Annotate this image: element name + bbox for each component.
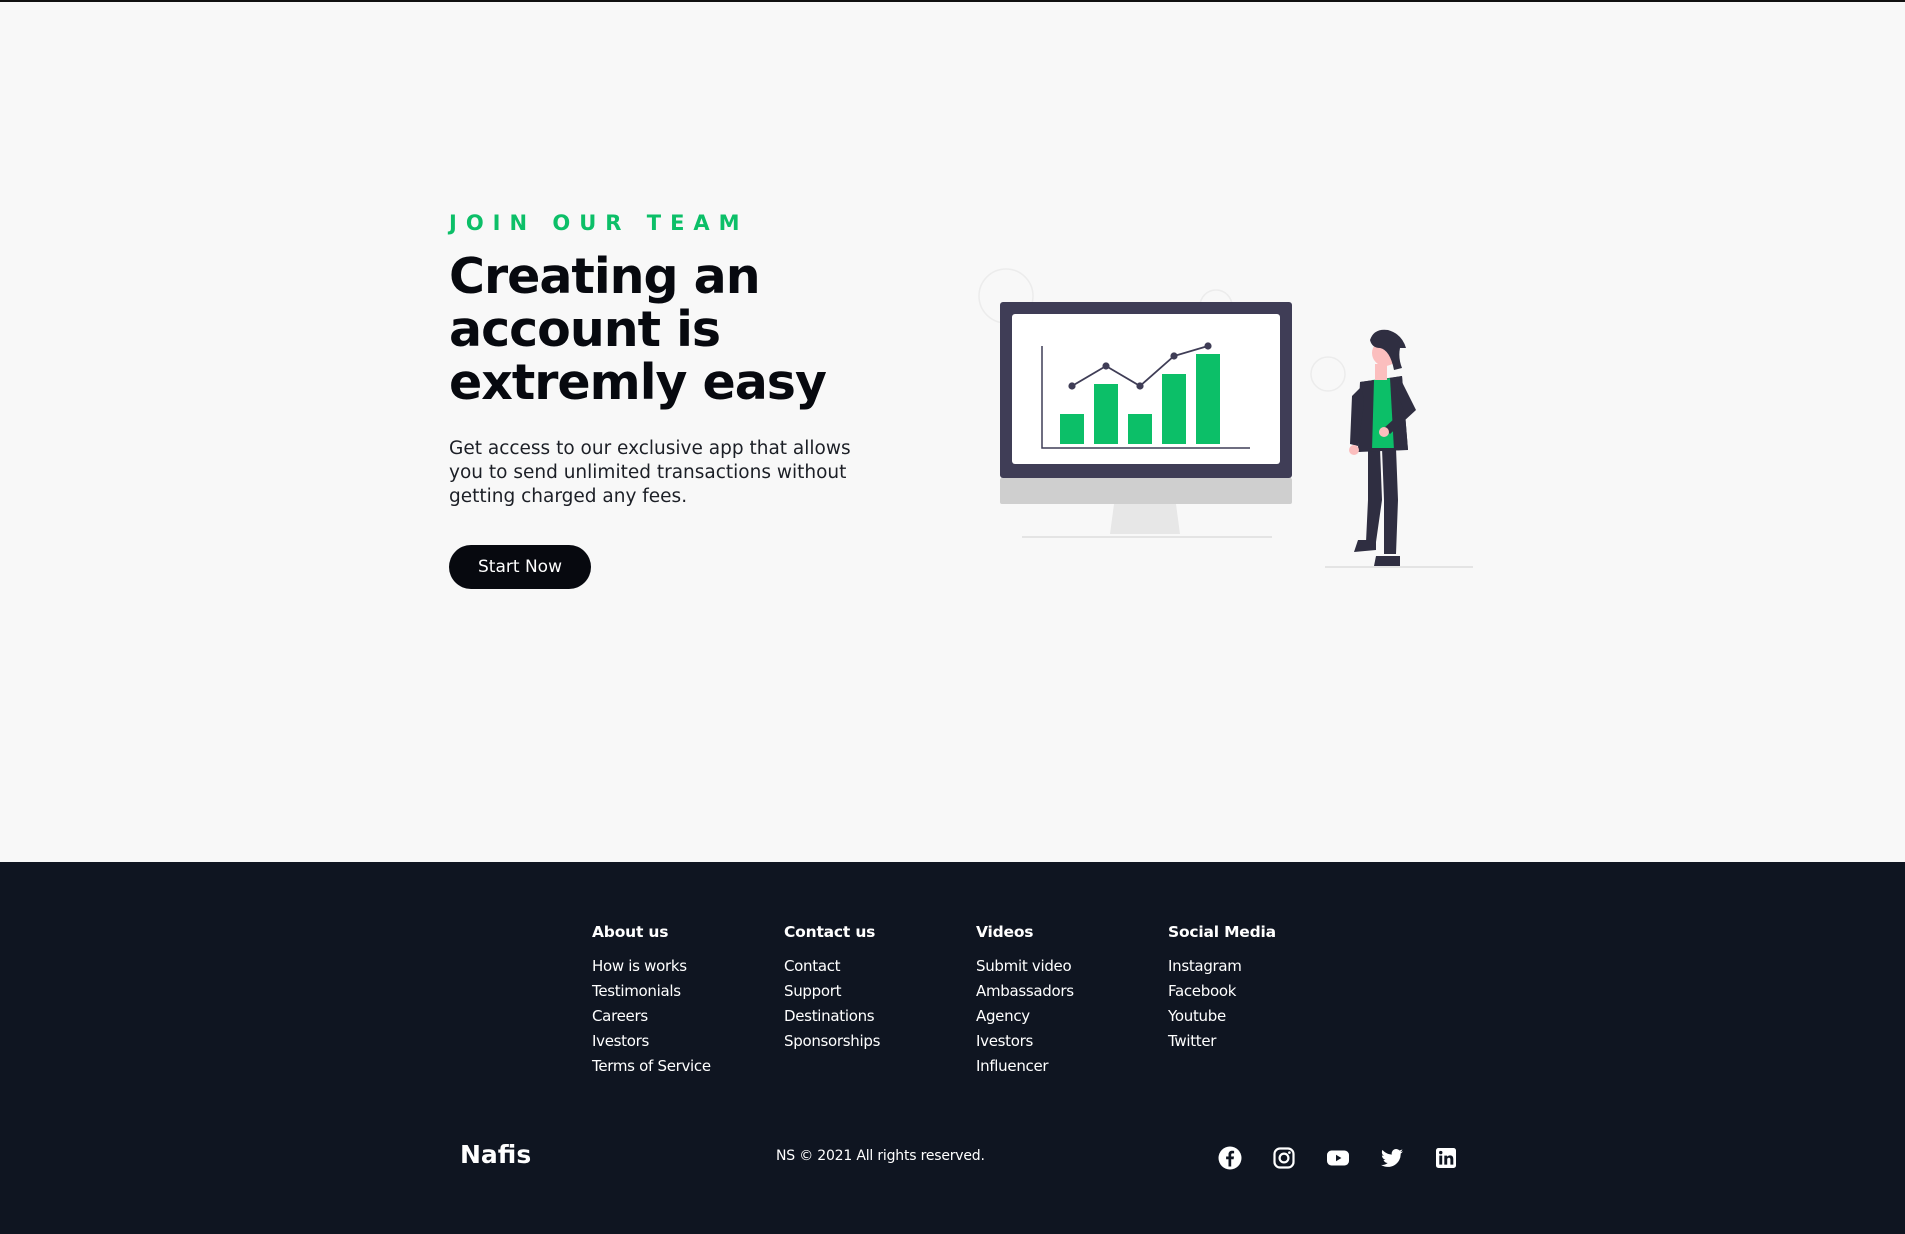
chart-point [1204,342,1212,350]
footer-column-title: Social Media [1168,923,1276,941]
social-icons [1218,1146,1458,1170]
decor-circle [1310,356,1346,392]
footer-column-videos: Videos Submit video Ambassadors Agency I… [976,922,1168,1079]
instagram-icon[interactable] [1272,1146,1296,1170]
chart-bar [1128,414,1152,444]
hero-headline: Creating an account is extremly easy [449,248,827,411]
person-figure [1325,329,1473,568]
footer-link[interactable]: How is works [592,954,784,979]
youtube-icon[interactable] [1326,1146,1350,1170]
footer-link[interactable]: Submit video [976,954,1168,979]
twitter-icon[interactable] [1380,1146,1404,1170]
footer-link[interactable]: Careers [592,1004,784,1029]
footer-link[interactable]: Influencer [976,1054,1168,1079]
start-now-button[interactable]: Start Now [449,545,591,589]
footer-link[interactable]: Contact [784,954,976,979]
copyright-text: NS © 2021 All rights reserved. [776,1148,985,1164]
chart-bar [1162,374,1186,444]
footer-columns: About us How is works Testimonials Caree… [592,922,1360,1079]
chart-bar [1094,384,1118,444]
chart-bar [1196,354,1220,444]
footer-link[interactable]: Testimonials [592,979,784,1004]
footer-link[interactable]: Ivestors [592,1029,784,1054]
footer-link[interactable]: Support [784,979,976,1004]
chart-point [1136,382,1144,390]
footer-column-title: Videos [976,923,1034,941]
chart-bar [1060,414,1084,444]
chart-point [1102,362,1110,370]
footer-link[interactable]: Twitter [1168,1029,1360,1054]
footer-link[interactable]: Sponsorships [784,1029,976,1054]
footer-brand-logo[interactable]: Nafis [460,1140,531,1170]
hero-section: JOIN OUR TEAM Creating an account is ext… [0,2,1905,862]
footer-column-title: Contact us [784,923,876,941]
footer-column-contact: Contact us Contact Support Destinations … [784,922,976,1079]
analytics-illustration [978,268,1473,568]
hero-eyebrow: JOIN OUR TEAM [449,211,749,235]
footer-link[interactable]: Terms of Service [592,1054,784,1079]
monitor [1000,302,1292,538]
footer-column-social: Social Media Instagram Facebook Youtube … [1168,922,1360,1079]
footer-link[interactable]: Youtube [1168,1004,1360,1029]
hero-text: JOIN OUR TEAM Creating an account is ext… [449,209,919,589]
footer-link[interactable]: Ambassadors [976,979,1168,1004]
footer-link[interactable]: Ivestors [976,1029,1168,1054]
footer-link[interactable]: Destinations [784,1004,976,1029]
footer-link[interactable]: Instagram [1168,954,1360,979]
facebook-icon[interactable] [1218,1146,1242,1170]
linkedin-icon[interactable] [1434,1146,1458,1170]
hero-description: Get access to our exclusive app that all… [449,438,851,507]
site-footer: About us How is works Testimonials Caree… [0,862,1905,1234]
footer-column-about: About us How is works Testimonials Caree… [592,922,784,1079]
chart-point [1068,382,1076,390]
footer-column-title: About us [592,923,669,941]
chart-point [1170,352,1178,360]
footer-link[interactable]: Agency [976,1004,1168,1029]
footer-link[interactable]: Facebook [1168,979,1360,1004]
